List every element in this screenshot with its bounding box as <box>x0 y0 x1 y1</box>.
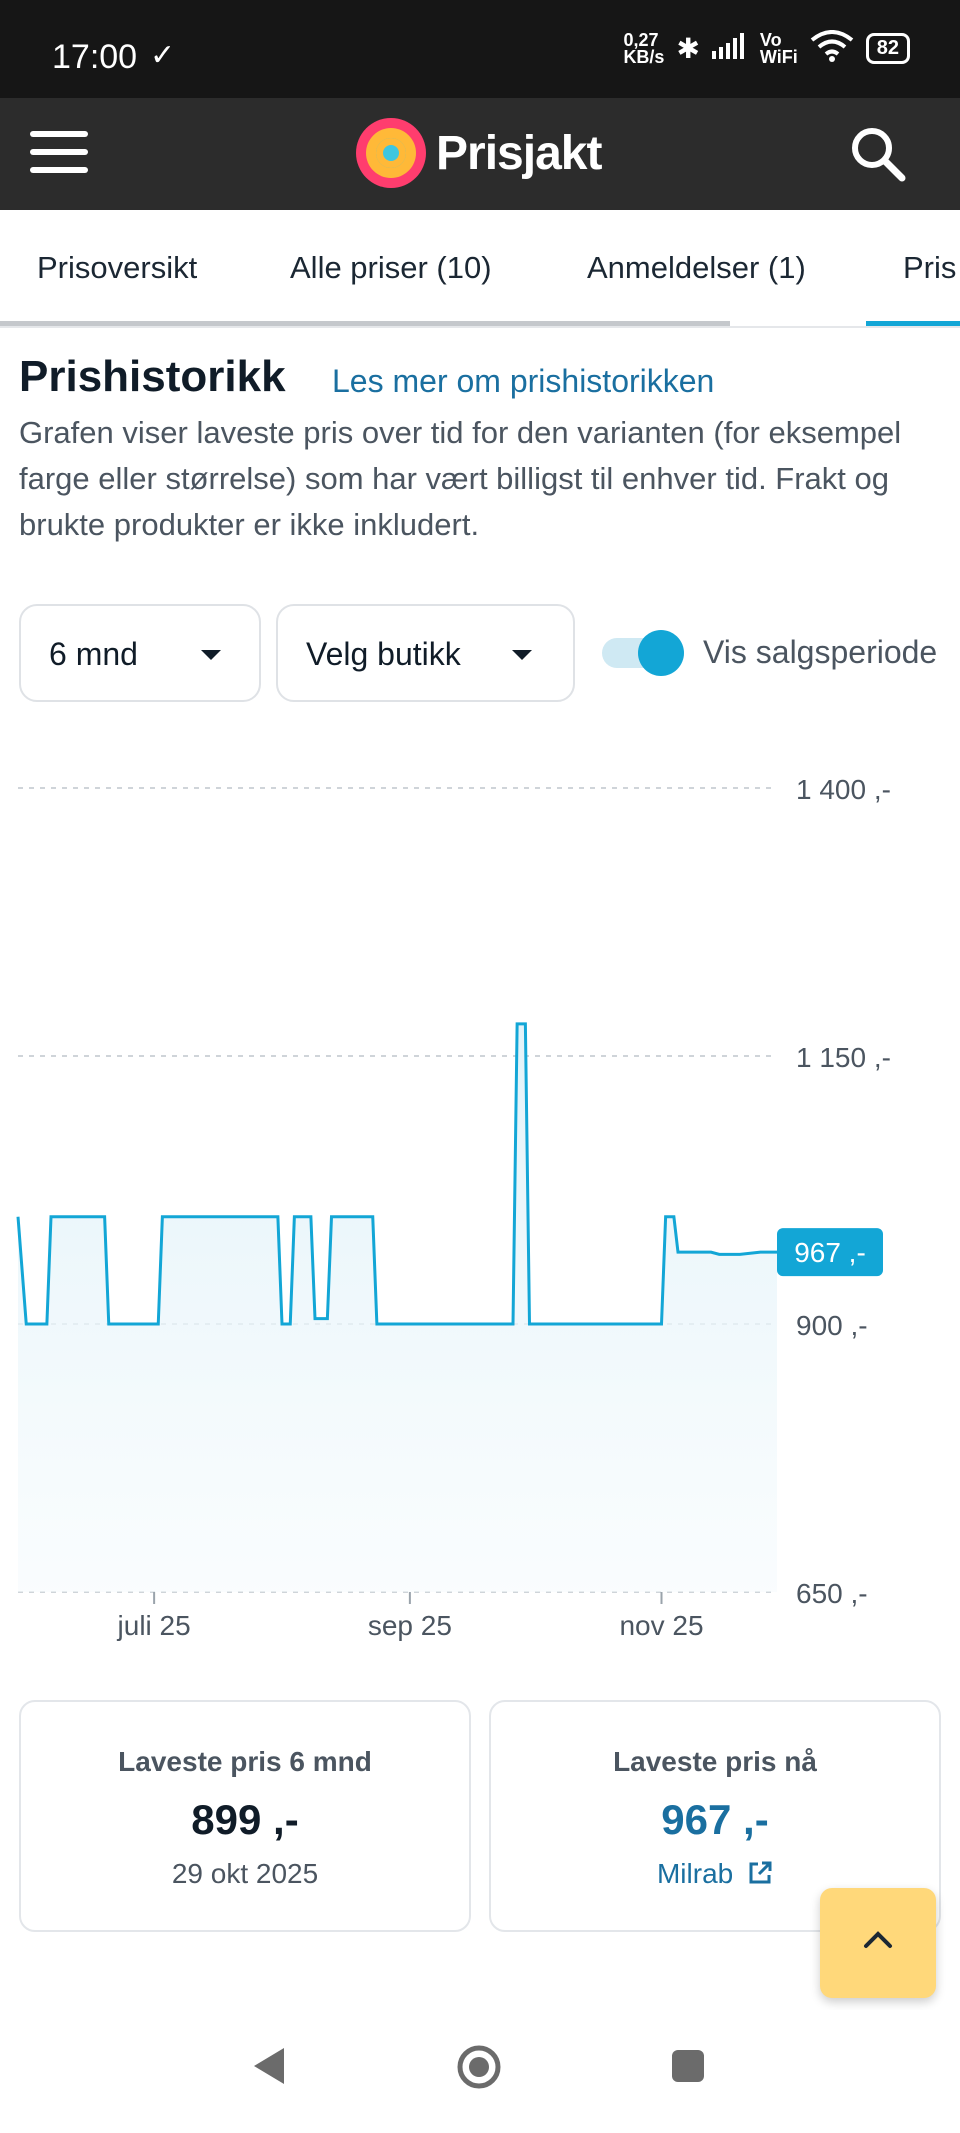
price-line <box>16 1022 777 1326</box>
bluetooth-icon: ✱ <box>676 33 700 64</box>
lowest-now-value: 967 ,- <box>661 1796 769 1843</box>
lowest-period-value: 899 ,- <box>191 1796 299 1843</box>
price-history-chart[interactable]: 1 400 ,- 1 150 ,- 900 ,- 650 ,- juli 25 sep 2… <box>0 740 960 1660</box>
search-icon[interactable] <box>848 124 908 184</box>
menu-icon[interactable] <box>30 131 88 177</box>
status-time: 17:00 <box>52 38 138 76</box>
x-tick-label: nov 25 <box>619 1610 703 1641</box>
lowest-period-title: Laveste pris 6 mnd <box>118 1746 372 1777</box>
current-price-label: 967 ,- <box>794 1237 866 1268</box>
tab-prisoversikt[interactable]: Prisoversikt <box>37 250 197 286</box>
tabs-scroll-indicator <box>0 321 730 326</box>
logo-text: Prisjakt <box>436 126 602 180</box>
tab-alle-priser[interactable]: Alle priser (10) <box>290 250 492 286</box>
y-tick-label: 900 ,- <box>796 1310 868 1341</box>
logo-mark-icon <box>356 118 426 188</box>
x-tick-label: juli 25 <box>117 1610 191 1641</box>
store-link[interactable]: Milrab <box>491 1858 939 1890</box>
volte-icon: Vo WiFi <box>759 29 798 67</box>
signal-icon <box>711 33 748 64</box>
wifi-icon <box>810 30 854 67</box>
lowest-period-card: Laveste pris 6 mnd 899 ,- 29 okt 2025 <box>19 1700 471 1932</box>
system-nav-bar <box>0 2010 960 2133</box>
recents-icon[interactable] <box>670 2048 706 2089</box>
store-select[interactable]: Velg butikk <box>276 604 575 702</box>
product-tabs: Prisoversikt Alle priser (10) Anmeldelse… <box>0 210 960 328</box>
y-tick-label: 650 ,- <box>796 1578 868 1609</box>
scroll-to-top-button[interactable] <box>820 1888 936 1998</box>
y-tick-label: 1 400 ,- <box>796 774 891 805</box>
period-select[interactable]: 6 mnd <box>19 604 261 702</box>
battery-icon: 82 <box>865 33 910 64</box>
chevron-up-icon <box>864 1931 892 1948</box>
status-bar: 17:00 ✓ 0,27 KB/s ✱ Vo WiFi 82 <box>0 0 960 98</box>
x-tick-label: sep 25 <box>368 1610 452 1641</box>
lowest-now-title: Laveste pris nå <box>613 1746 817 1777</box>
external-link-icon <box>741 1858 773 1889</box>
store-select-value: Velg butikk <box>306 636 461 672</box>
page-title: Prishistorikk <box>19 352 286 401</box>
period-select-value: 6 mnd <box>49 636 138 672</box>
tab-anmeldelser[interactable]: Anmeldelser (1) <box>587 250 806 286</box>
chevron-down-icon <box>512 650 532 660</box>
status-icons: 0,27 KB/s ✱ Vo WiFi 82 <box>623 30 910 67</box>
lowest-period-date: 29 okt 2025 <box>171 1858 319 1889</box>
tab-prishistorikk[interactable]: Pris <box>903 250 956 286</box>
back-icon[interactable] <box>250 2044 290 2093</box>
sales-period-toggle[interactable] <box>602 630 684 676</box>
store-name: Milrab <box>656 1858 734 1889</box>
net-speed: 0,27 KB/s <box>623 29 665 67</box>
prisjakt-logo[interactable]: Prisjakt <box>356 118 602 188</box>
toggle-knob <box>638 630 684 676</box>
sales-period-label: Vis salgsperiode <box>703 634 938 670</box>
active-tab-indicator <box>866 321 960 326</box>
home-icon[interactable] <box>456 2044 502 2095</box>
download-done-icon: ✓ <box>150 39 176 72</box>
read-more-link[interactable]: Les mer om prishistorikken <box>332 363 714 400</box>
y-tick-label: 1 150 ,- <box>796 1042 891 1073</box>
chart-description: Grafen viser laveste pris over tid for d… <box>19 415 902 542</box>
chevron-down-icon <box>201 650 221 660</box>
app-header: Prisjakt <box>0 98 960 210</box>
